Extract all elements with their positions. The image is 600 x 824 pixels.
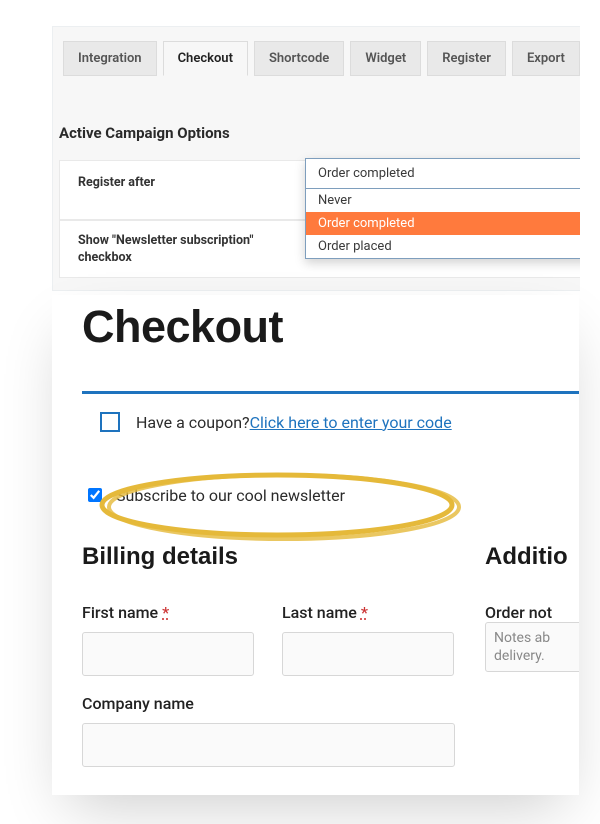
- newsletter-row: Subscribe to our cool newsletter: [82, 485, 579, 505]
- tab-widget[interactable]: Widget: [350, 41, 421, 76]
- checkout-preview: Checkout Have a coupon? Click here to en…: [52, 295, 579, 795]
- coupon-prompt: Have a coupon?: [136, 413, 250, 432]
- label-order-notes: Order not: [485, 603, 552, 622]
- select-option-placed[interactable]: Order placed: [306, 235, 580, 258]
- label-register-after: Register after: [78, 175, 290, 192]
- additional-heading: Additio: [485, 543, 579, 571]
- tab-export[interactable]: Export: [512, 41, 580, 76]
- admin-tabs: Integration Checkout Shortcode Widget Re…: [53, 27, 580, 76]
- required-marker: *: [361, 603, 368, 622]
- field-last-name: Last name *: [282, 603, 454, 676]
- newsletter-checkbox[interactable]: [88, 488, 102, 502]
- order-notes-textarea[interactable]: Notes ab delivery.: [485, 622, 579, 672]
- label-show-checkbox: Show "Newsletter subscription" checkbox: [78, 233, 290, 267]
- field-company: Company name: [82, 694, 455, 767]
- select-current-value[interactable]: Order completed: [306, 159, 580, 189]
- label-last-name: Last name *: [282, 603, 454, 622]
- annotation-oval: [92, 465, 467, 545]
- select-option-never[interactable]: Never: [306, 189, 580, 212]
- field-first-name: First name *: [82, 603, 254, 676]
- tab-shortcode[interactable]: Shortcode: [254, 41, 344, 76]
- notes-placeholder-line1: Notes ab: [494, 629, 579, 647]
- select-option-completed[interactable]: Order completed: [306, 212, 580, 235]
- billing-heading: Billing details: [82, 543, 455, 571]
- tab-checkout[interactable]: Checkout: [163, 41, 248, 76]
- tab-register[interactable]: Register: [427, 41, 506, 76]
- coupon-notice: Have a coupon? Click here to enter your …: [82, 391, 579, 450]
- input-first-name[interactable]: [82, 632, 254, 676]
- register-after-select-open[interactable]: Order completed Never Order completed Or…: [305, 158, 580, 259]
- checkout-title: Checkout: [82, 301, 579, 353]
- additional-column: Additio Order not Notes ab delivery.: [485, 543, 579, 767]
- label-company: Company name: [82, 694, 455, 713]
- notes-placeholder-line2: delivery.: [494, 647, 579, 665]
- newsletter-label: Subscribe to our cool newsletter: [116, 486, 345, 505]
- admin-settings-panel: Integration Checkout Shortcode Widget Re…: [52, 26, 580, 291]
- billing-column: Billing details First name * Last name: [82, 543, 455, 767]
- coupon-link[interactable]: Click here to enter your code: [250, 413, 452, 432]
- tab-integration[interactable]: Integration: [63, 41, 157, 76]
- required-marker: *: [162, 603, 169, 622]
- label-first-name: First name *: [82, 603, 254, 622]
- section-title: Active Campaign Options: [59, 124, 580, 142]
- input-company[interactable]: [82, 723, 455, 767]
- coupon-icon: [100, 412, 120, 432]
- input-last-name[interactable]: [282, 632, 454, 676]
